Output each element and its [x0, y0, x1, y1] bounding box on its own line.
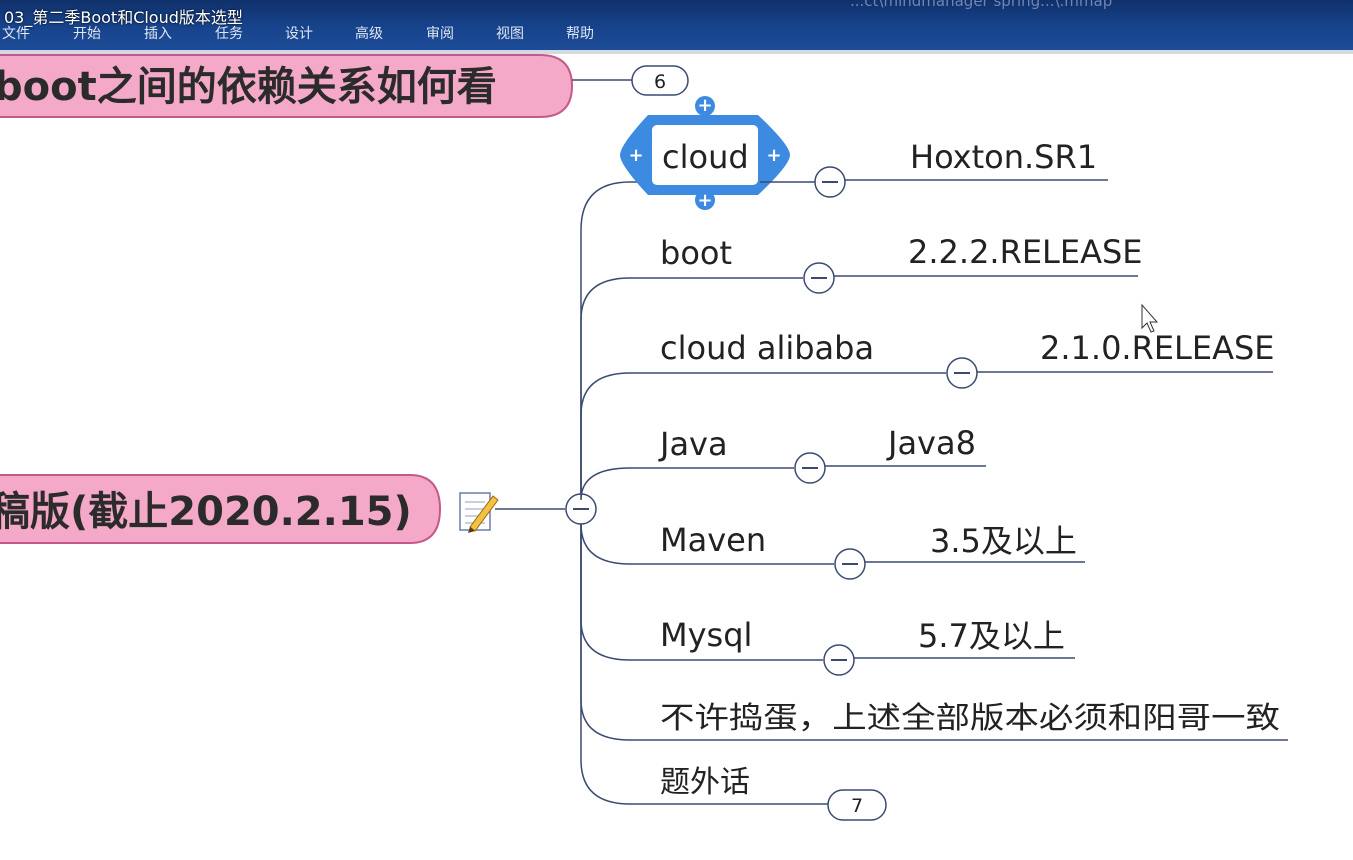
- branch-java-collapse-toggle[interactable]: [794, 452, 826, 484]
- branch-value[interactable]: Hoxton.SR1: [910, 138, 1097, 176]
- branch-java[interactable]: Java: [658, 425, 728, 463]
- branch-aside-count: 7: [851, 795, 863, 817]
- svg-text:+: +: [697, 95, 712, 116]
- mindmap-canvas: boot之间的依赖关系如何看 6 稿版(截止2020.2.15) + + + +…: [0, 54, 1288, 821]
- branch-aside-collapsed-badge[interactable]: 7: [827, 789, 887, 821]
- branch-cloud-collapse-toggle[interactable]: [814, 166, 846, 198]
- note-pencil-icon[interactable]: [459, 492, 499, 533]
- branch-boot[interactable]: boot: [660, 234, 732, 272]
- branch-value[interactable]: 2.2.2.RELEASE: [908, 233, 1143, 271]
- branch-aside[interactable]: 题外话: [660, 765, 750, 800]
- branch-value[interactable]: 2.1.0.RELEASE: [1040, 329, 1275, 367]
- branch-maven[interactable]: Maven: [660, 521, 766, 559]
- main-topic-label: 稿版(截止2020.2.15): [0, 489, 412, 535]
- branch-boot-collapse-toggle[interactable]: [803, 262, 835, 294]
- top-topic-count: 6: [654, 71, 666, 93]
- svg-text:+: +: [628, 145, 643, 166]
- mouse-cursor-icon: [1141, 303, 1159, 333]
- branch-value[interactable]: Java8: [886, 424, 976, 462]
- svg-text:+: +: [697, 190, 712, 211]
- branch-value[interactable]: 3.5及以上: [930, 522, 1077, 560]
- top-topic-collapsed-badge[interactable]: 6: [631, 65, 689, 96]
- branch-mysql-collapse-toggle[interactable]: [823, 644, 855, 676]
- branch-cloud-alibaba[interactable]: cloud alibaba: [660, 329, 874, 367]
- top-topic[interactable]: boot之间的依赖关系如何看: [0, 54, 574, 118]
- branch-cloud[interactable]: + + + + cloud: [620, 95, 790, 211]
- branch-rule-note[interactable]: 不许捣蛋，上述全部版本必须和阳哥一致: [660, 701, 1280, 736]
- branch-cloud-alibaba-collapse-toggle[interactable]: [946, 357, 978, 389]
- branch-maven-collapse-toggle[interactable]: [834, 548, 866, 580]
- branch-value[interactable]: 5.7及以上: [918, 617, 1065, 655]
- branch-mysql[interactable]: Mysql: [660, 616, 752, 654]
- top-topic-label: boot之间的依赖关系如何看: [0, 64, 497, 110]
- main-topic[interactable]: 稿版(截止2020.2.15): [0, 474, 442, 544]
- branch-connectors: [580, 181, 655, 805]
- branch-label: cloud: [662, 138, 749, 176]
- svg-text:+: +: [766, 145, 781, 166]
